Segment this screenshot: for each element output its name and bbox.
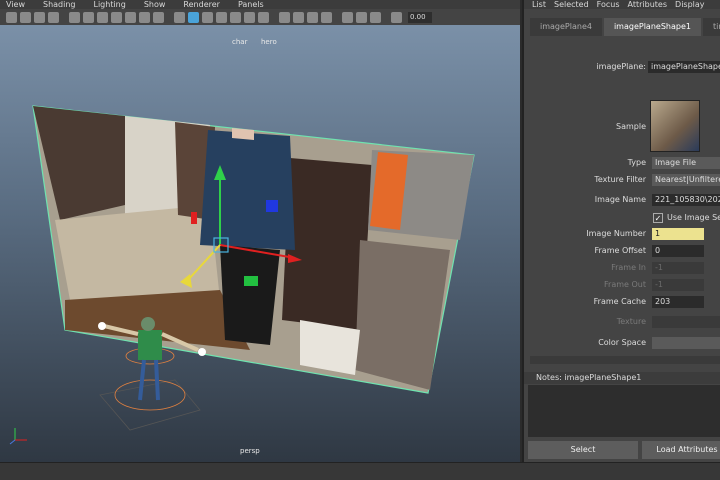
image-number-field[interactable]: 1 (652, 228, 704, 240)
frame-cache-row: Frame Cache 203 (524, 295, 720, 309)
menu-list[interactable]: List (532, 0, 546, 9)
plane-handle-xz[interactable] (244, 276, 258, 286)
photo-person-neck (232, 128, 254, 140)
color-space-dropdown[interactable] (652, 337, 720, 349)
frame-offset-row: Frame Offset 0 (524, 244, 720, 258)
frame-in-row: Frame In -1 (524, 261, 720, 275)
rig-root-control[interactable] (114, 379, 186, 411)
notes-header: Notes: imagePlaneShape1 (524, 372, 720, 384)
select-button[interactable]: Select (528, 441, 638, 459)
photo-person-hoodie (200, 130, 295, 250)
texture-row: Texture (524, 315, 720, 329)
imageplane-label: imagePlane: (596, 62, 646, 71)
status-bar (0, 462, 720, 480)
plane-handle-yz[interactable] (191, 212, 197, 224)
image-name-row: Image Name 221_105830\2022 (524, 193, 720, 207)
frame-cache-label: Frame Cache (593, 297, 646, 306)
3d-viewport[interactable]: View Shading Lighting Show Renderer Pane… (0, 0, 520, 462)
imageplane-row: imagePlane: imagePlaneShape1 (524, 60, 720, 74)
image-name-field[interactable]: 221_105830\2022 (652, 194, 720, 206)
menu-focus[interactable]: Focus (597, 0, 620, 9)
texture-label: Texture (616, 317, 646, 326)
texture-field (652, 316, 720, 328)
character-hand-right[interactable] (198, 348, 206, 356)
axis-z-indicator (9, 439, 16, 445)
camera-name-label: persp (240, 447, 260, 455)
sample-label: Sample (616, 122, 646, 131)
frame-offset-label: Frame Offset (594, 246, 646, 255)
type-label: Type (627, 158, 646, 167)
horizontal-scrollbar[interactable] (530, 356, 720, 364)
image-name-label: Image Name (594, 195, 646, 204)
character-leg-left[interactable] (138, 359, 146, 401)
hud-label-char: char (232, 38, 248, 46)
character-leg-right[interactable] (154, 359, 160, 401)
texture-filter-dropdown[interactable]: Nearest|Unfiltered (652, 174, 720, 186)
menu-selected[interactable]: Selected (554, 0, 589, 9)
imageplane-name-field[interactable]: imagePlaneShape1 (648, 61, 720, 73)
texture-filter-row: Texture Filter Nearest|Unfiltered (524, 173, 720, 187)
hud-label-hero: hero (261, 38, 277, 46)
texture-filter-label: Texture Filter (594, 175, 646, 184)
frame-in-field: -1 (652, 262, 704, 274)
color-space-label: Color Space (598, 338, 646, 347)
notes-textarea[interactable] (528, 385, 720, 437)
image-number-row: Image Number 1 (524, 227, 720, 241)
menu-display[interactable]: Display (675, 0, 705, 9)
sample-thumbnail (650, 100, 700, 152)
frame-out-field: -1 (652, 279, 704, 291)
tab-imageplaneshape1[interactable]: imagePlaneShape1 (603, 18, 701, 36)
rig-grid (99, 379, 201, 431)
notes-label: Notes: imagePlaneShape1 (536, 373, 642, 382)
use-image-seq-checkbox[interactable]: ✓ (653, 213, 663, 223)
use-image-seq-label: Use Image Seq (667, 213, 720, 222)
frame-in-label: Frame In (611, 263, 646, 272)
image-number-label: Image Number (586, 229, 646, 238)
photo-person-pants (220, 245, 280, 345)
tab-imageplane4[interactable]: imagePlane4 (530, 18, 602, 36)
photo-shelf-lower (355, 240, 450, 390)
use-image-seq-row: ✓ Use Image Seq (524, 211, 720, 225)
character-head[interactable] (141, 317, 155, 331)
node-tabs: imagePlane4 imagePlaneShape1 time1 (524, 18, 720, 36)
attribute-editor-menubar: List Selected Focus Attributes Display (524, 0, 720, 9)
frame-out-label: Frame Out (604, 280, 646, 289)
frame-out-row: Frame Out -1 (524, 278, 720, 292)
attribute-editor-panel: List Selected Focus Attributes Display i… (522, 0, 720, 462)
character-hand-left[interactable] (98, 322, 106, 330)
tab-time1[interactable]: time1 (702, 18, 720, 36)
type-dropdown[interactable]: Image File (652, 157, 720, 169)
menu-attributes[interactable]: Attributes (628, 0, 668, 9)
plane-handle-xy[interactable] (266, 200, 278, 212)
type-row: Type Image File (524, 156, 720, 170)
scene-canvas (9, 105, 475, 445)
load-attributes-button[interactable]: Load Attributes (642, 441, 720, 459)
color-space-row: Color Space (524, 336, 720, 350)
character-torso[interactable] (138, 330, 162, 360)
frame-cache-field[interactable]: 203 (652, 296, 704, 308)
frame-offset-field[interactable]: 0 (652, 245, 704, 257)
